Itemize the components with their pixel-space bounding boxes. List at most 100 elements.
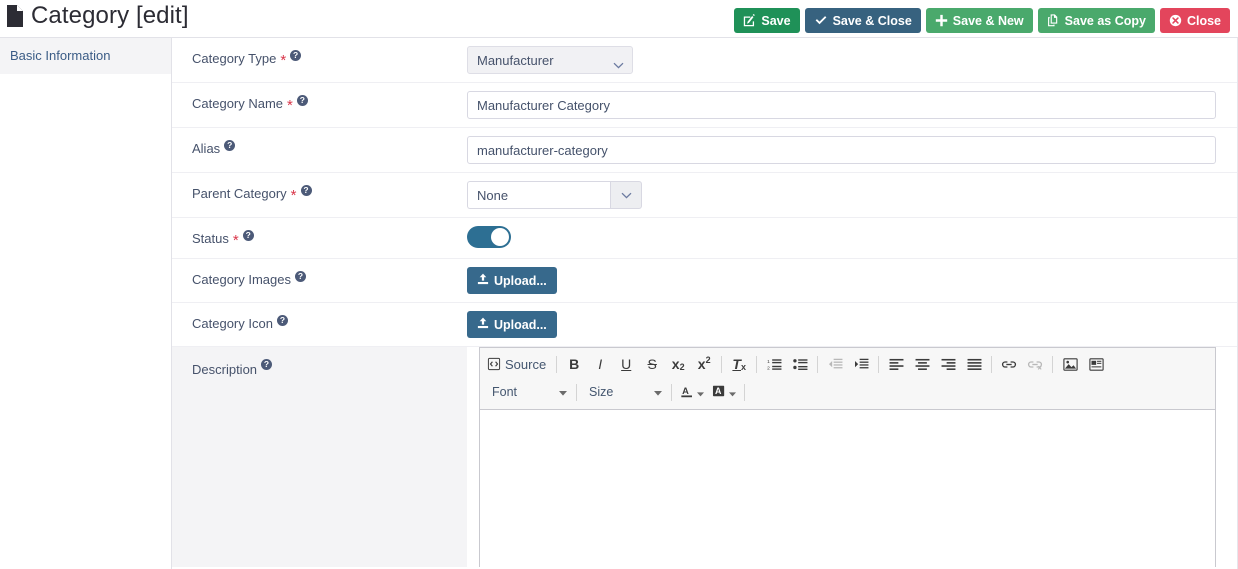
field-row-category-name: Category Name * ? [172,83,1238,128]
pencil-square-icon [743,14,756,27]
top-bar: Category [edit] Save Save & Close Save &… [0,0,1238,38]
save-as-copy-button-label: Save as Copy [1064,13,1146,28]
toolbar-separator [744,383,745,401]
help-icon[interactable]: ? [290,50,302,61]
editor-toolbar-row-1: Source B I U S x2 x2 T x 1 2 [484,350,1211,378]
category-images-upload-button[interactable]: Upload... [467,267,557,294]
bulleted-list-icon[interactable] [787,352,813,376]
required-asterisk: * [232,231,239,249]
help-icon[interactable]: ? [276,315,288,326]
field-row-category-icon: Category Icon ? Upload... [172,303,1238,347]
control-status [467,218,1238,256]
label-text: Status [192,231,229,246]
parent-category-dropdown-button[interactable] [610,181,642,209]
field-row-alias: Alias ? [172,128,1238,173]
sidebar-item-basic-information[interactable]: Basic Information [0,38,171,74]
label-category-type: Category Type * ? [172,38,467,78]
superscript-icon[interactable]: x2 [691,352,717,376]
chevron-down-icon [729,385,736,400]
required-asterisk: * [280,51,287,69]
bold-icon[interactable]: B [561,352,587,376]
align-right-icon[interactable] [935,352,961,376]
align-center-icon[interactable] [909,352,935,376]
category-type-select-wrap: Manufacturer [467,46,633,74]
save-as-copy-button[interactable]: Save as Copy [1037,8,1155,33]
subscript-icon[interactable]: x2 [665,352,691,376]
source-icon[interactable]: Source [484,352,552,376]
category-type-select[interactable]: Manufacturer [467,46,633,74]
remove-format-icon[interactable]: Tx [726,352,752,376]
times-circle-icon [1169,14,1182,27]
align-left-icon[interactable] [883,352,909,376]
underline-icon[interactable]: U [613,352,639,376]
toggle-knob [491,228,509,246]
save-and-close-button-label: Save & Close [832,13,912,28]
category-name-input[interactable] [467,91,1216,119]
chevron-down-icon [559,385,567,399]
toolbar-separator [756,355,758,373]
label-parent-category: Parent Category * ? [172,173,467,213]
template-icon[interactable] [1083,352,1109,376]
italic-icon[interactable]: I [587,352,613,376]
status-toggle[interactable] [467,226,511,248]
alias-input[interactable] [467,136,1216,164]
image-icon[interactable] [1057,352,1083,376]
rich-text-editor: Source B I U S x2 x2 T x 1 2 Font Size A… [479,347,1216,567]
help-icon[interactable]: ? [242,230,254,241]
control-category-images: Upload... [467,259,1238,302]
outdent-icon [822,352,848,376]
size-dropdown[interactable]: Size [581,380,667,404]
source-label: Source [505,356,547,372]
control-category-icon: Upload... [467,303,1238,346]
copy-icon [1047,14,1060,27]
close-button[interactable]: Close [1159,8,1230,33]
size-dropdown-label: Size [589,385,614,399]
label-category-name: Category Name * ? [172,83,467,123]
form-panel: Category Type * ? Manufacturer Category … [172,38,1238,569]
label-alias: Alias ? [172,128,467,168]
field-row-status: Status * ? [172,218,1238,259]
label-text: Category Icon [192,316,273,331]
help-icon[interactable]: ? [261,359,273,370]
editor-toolbar: Source B I U S x2 x2 T x 1 2 Font Size A… [480,348,1215,410]
control-category-name [467,83,1238,127]
font-dropdown[interactable]: Font [484,380,572,404]
label-category-icon: Category Icon ? [172,303,467,343]
label-category-images: Category Images ? [172,259,467,299]
indent-icon[interactable] [848,352,874,376]
background-color-icon[interactable]: A [708,380,740,404]
svg-text:1: 1 [767,359,770,365]
parent-category-value[interactable]: None [467,181,610,209]
required-asterisk: * [290,186,297,204]
align-justify-icon[interactable] [961,352,987,376]
plus-icon [935,14,948,27]
link-icon[interactable] [996,352,1022,376]
numbered-list-icon[interactable]: 1 2 [761,352,787,376]
text-color-icon[interactable]: A [676,380,708,404]
help-icon[interactable]: ? [300,185,312,196]
editor-content-area[interactable] [480,410,1215,567]
field-row-category-images: Category Images ? Upload... [172,259,1238,303]
action-button-bar: Save Save & Close Save & New Save as Cop… [734,8,1230,33]
check-icon [814,14,828,27]
toolbar-separator [671,383,672,401]
label-text: Parent Category [192,186,287,201]
page-title: Category [edit] [31,2,189,29]
chevron-down-icon [621,186,632,204]
sidebar: Basic Information [0,38,172,569]
save-and-close-button[interactable]: Save & Close [804,8,921,33]
upload-icon [477,317,489,332]
toolbar-separator [878,355,880,373]
save-and-new-button[interactable]: Save & New [925,8,1033,33]
help-icon[interactable]: ? [296,95,308,106]
strikethrough-icon[interactable]: S [639,352,665,376]
help-icon[interactable]: ? [295,271,306,282]
help-icon[interactable]: ? [224,140,236,151]
toolbar-separator [991,355,993,373]
page-body: Basic Information Category Type * ? Manu… [0,38,1238,569]
control-description: Source B I U S x2 x2 T x 1 2 Font Size A… [467,347,1238,567]
save-button[interactable]: Save [734,8,800,33]
label-text: Category Images [192,272,291,287]
page-title-block: Category [edit] [6,2,189,30]
category-icon-upload-button[interactable]: Upload... [467,311,557,338]
